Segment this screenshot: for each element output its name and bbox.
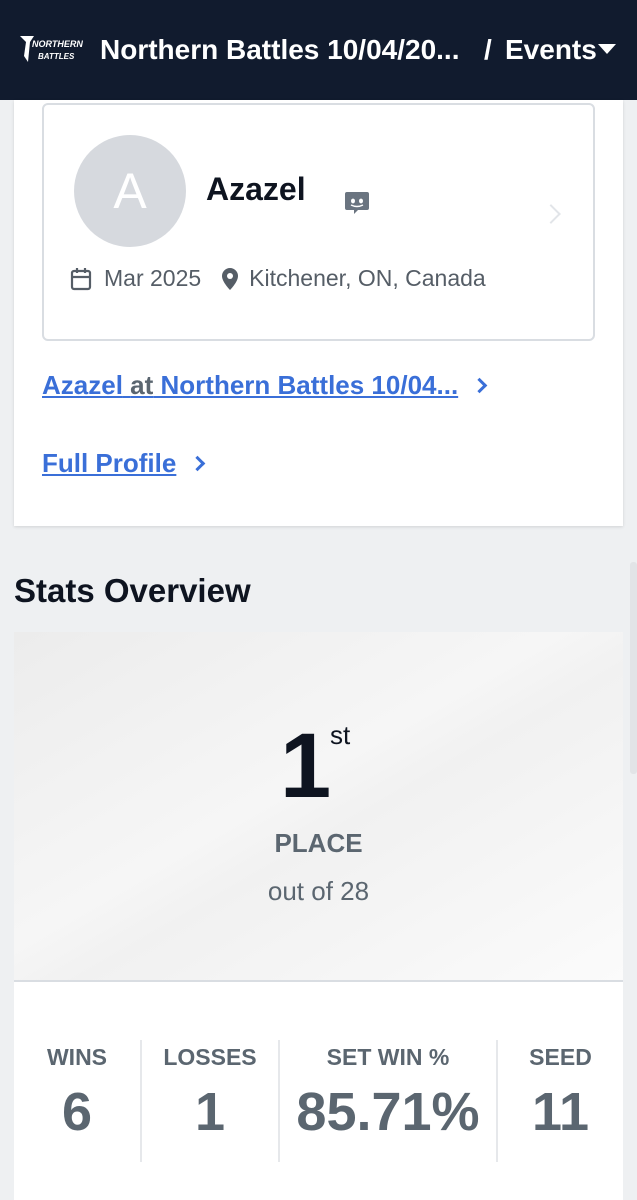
chevron-right-icon: [541, 204, 561, 224]
svg-text:BATTLES: BATTLES: [38, 52, 75, 61]
scrollbar[interactable]: [630, 562, 637, 774]
full-profile-link[interactable]: Full Profile: [42, 448, 206, 479]
stats-overview-panel: 1 st PLACE out of 28 WINS 6 LOSSES 1 SET…: [14, 632, 623, 1200]
event-title-breadcrumb[interactable]: Northern Battles 10/04/20...: [100, 33, 466, 67]
placement-label: PLACE: [274, 828, 363, 858]
player-link[interactable]: Azazel: [42, 370, 123, 401]
chevron-right-icon: [471, 377, 488, 394]
player-card[interactable]: A Azazel Mar 2025 Kitchener, ON, Canada: [42, 103, 595, 341]
stat-set-win-pct: SET WIN % 85.71%: [280, 1032, 496, 1167]
avatar: A: [74, 135, 186, 247]
placement-out-of: out of 28: [267, 876, 370, 906]
stat-value: 1: [194, 1082, 226, 1142]
stat-label: LOSSES: [163, 1044, 257, 1070]
stat-grid: WINS 6 LOSSES 1 SET WIN % 85.71% SEED 11: [14, 1032, 623, 1167]
stats-overview-heading: Stats Overview: [14, 572, 251, 609]
chevron-right-icon: [190, 455, 206, 472]
breadcrumb-events[interactable]: Events: [505, 33, 597, 67]
placement-suffix: st: [330, 720, 351, 750]
player-event-link[interactable]: Azazel at Northern Battles 10/04...: [42, 370, 488, 401]
stat-seed: SEED 11: [498, 1032, 623, 1167]
player-meta: Mar 2025 Kitchener, ON, Canada: [70, 265, 486, 292]
calendar-icon: [70, 267, 92, 290]
at-text: at: [130, 370, 154, 400]
stat-value: 6: [61, 1082, 93, 1142]
stat-wins: WINS 6: [14, 1032, 140, 1167]
location-pin-icon: [222, 267, 239, 290]
player-location: Kitchener, ON, Canada: [249, 265, 486, 291]
placement-number: 1: [280, 715, 332, 817]
stat-value: 11: [531, 1082, 590, 1142]
stat-label: SET WIN %: [326, 1044, 450, 1070]
full-profile-label[interactable]: Full Profile: [42, 448, 176, 479]
stat-label: SEED: [529, 1044, 592, 1070]
stat-losses: LOSSES 1: [142, 1032, 278, 1167]
top-navbar: NORTHERN BATTLES Northern Battles 10/04/…: [0, 0, 637, 100]
event-link[interactable]: Northern Battles 10/04...: [161, 370, 459, 401]
logo-icon: NORTHERN BATTLES: [20, 36, 83, 62]
placement-block: 1 st PLACE out of 28: [14, 632, 623, 982]
player-name: Azazel: [206, 171, 306, 207]
join-date: Mar 2025: [104, 265, 202, 291]
discord-icon[interactable]: [344, 190, 370, 216]
caret-down-icon[interactable]: [598, 44, 616, 54]
player-profile-panel: A Azazel Mar 2025 Kitchener, ON, Canada: [14, 100, 623, 526]
stat-value: 85.71%: [296, 1082, 480, 1142]
northern-battles-logo[interactable]: NORTHERN BATTLES: [16, 32, 86, 68]
breadcrumb-separator: /: [484, 34, 492, 65]
stat-label: WINS: [46, 1044, 108, 1070]
svg-text:NORTHERN: NORTHERN: [32, 39, 83, 49]
